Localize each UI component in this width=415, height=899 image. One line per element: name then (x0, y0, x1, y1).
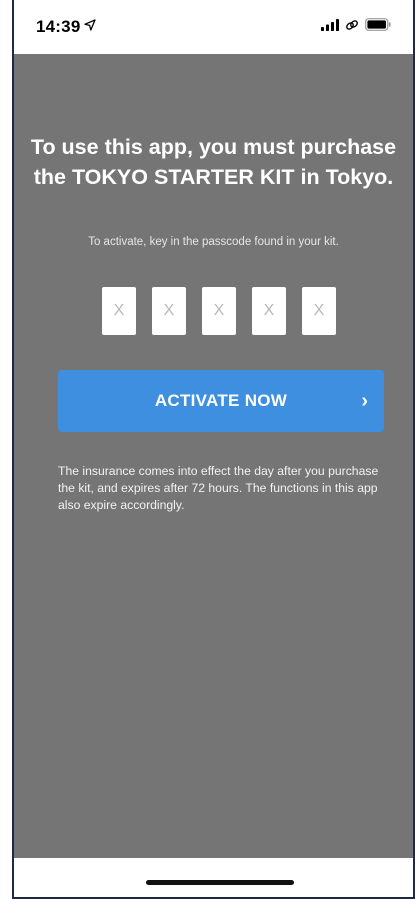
passcode-digit-2[interactable] (152, 287, 186, 335)
location-arrow-icon (84, 18, 97, 36)
battery-icon (365, 18, 391, 36)
insurance-note: The insurance comes into effect the day … (58, 464, 379, 512)
home-area (14, 858, 413, 897)
passcode-digit-3[interactable] (202, 287, 236, 335)
page-title: To use this app, you must purchase the T… (30, 135, 397, 189)
instruction-text: To activate, key in the passcode found i… (88, 236, 339, 248)
chevron-right-icon: › (361, 390, 368, 412)
passcode-digit-4[interactable] (252, 287, 286, 335)
activate-now-button[interactable]: ACTIVATE NOW › (58, 370, 384, 432)
passcode-inputs (102, 287, 336, 335)
status-left: 14:39 (36, 17, 97, 37)
activate-now-label: ACTIVATE NOW (154, 391, 288, 410)
activation-screen: To use this app, you must purchase the T… (14, 54, 413, 860)
status-bar: 14:39 (14, 0, 413, 54)
passcode-digit-5[interactable] (302, 287, 336, 335)
home-indicator[interactable] (146, 880, 294, 885)
passcode-digit-1[interactable] (102, 287, 136, 335)
status-right (321, 18, 391, 37)
signal-icon (321, 18, 339, 36)
link-icon (345, 18, 359, 37)
status-time: 14:39 (36, 17, 81, 36)
phone-screen: 14:39 To use this app, you must purchase… (12, 0, 415, 899)
